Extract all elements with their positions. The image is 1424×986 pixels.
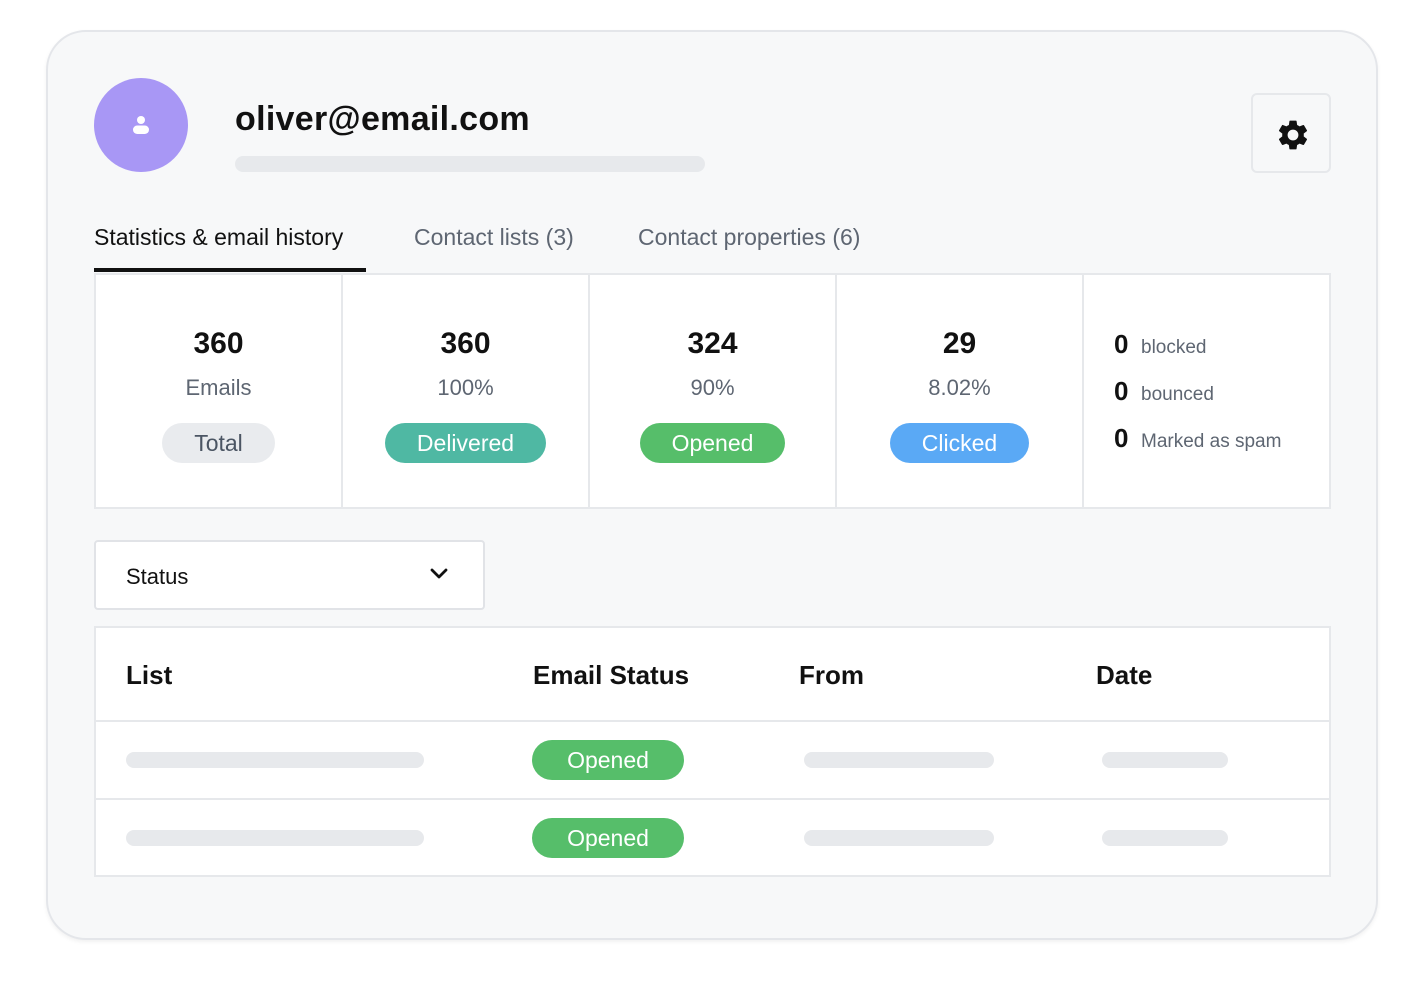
stat-label: 90% xyxy=(690,375,735,400)
row-divider xyxy=(96,798,1329,800)
avatar xyxy=(94,78,188,172)
status-badge: Total xyxy=(162,423,275,463)
count-blocked: 0 blocked xyxy=(1114,329,1281,376)
stat-clicked: 29 8.02% Clicked xyxy=(837,275,1084,507)
count-value: 0 xyxy=(1114,423,1129,453)
from-cell-placeholder xyxy=(804,752,994,768)
list-cell-placeholder xyxy=(126,752,424,768)
stat-value: 360 xyxy=(193,327,244,360)
email-history-table: List Email Status From Date Opened Opene… xyxy=(94,626,1331,877)
status-badge: Clicked xyxy=(889,423,1030,463)
stats-panel: 360 Emails Total 360 100% Delivered 324 … xyxy=(94,273,1331,509)
count-value: 0 xyxy=(1114,329,1129,359)
stat-label: 100% xyxy=(437,375,494,400)
status-badge: Opened xyxy=(639,423,786,463)
column-header-list[interactable]: List xyxy=(126,660,172,691)
settings-button[interactable] xyxy=(1251,93,1331,173)
dropdown-label: Status xyxy=(126,564,189,589)
contact-subtitle-placeholder xyxy=(235,156,705,172)
stat-delivered: 360 100% Delivered xyxy=(343,275,590,507)
active-tab-indicator xyxy=(94,268,366,272)
status-filter-dropdown[interactable]: Status xyxy=(94,540,485,610)
stat-label: Emails xyxy=(185,375,252,400)
email-status-badge: Opened xyxy=(532,818,684,858)
email-status-badge: Opened xyxy=(532,740,684,780)
stat-total: 360 Emails Total xyxy=(96,275,343,507)
gear-icon xyxy=(1278,120,1308,150)
list-cell-placeholder xyxy=(126,830,424,846)
stat-opened: 324 90% Opened xyxy=(590,275,837,507)
column-header-date[interactable]: Date xyxy=(1096,660,1152,691)
stat-label: 8.02% xyxy=(928,375,991,400)
count-value: 0 xyxy=(1114,376,1129,406)
tab-contact-lists[interactable]: Contact lists (3) xyxy=(414,224,574,251)
count-bounced: 0 bounced xyxy=(1114,376,1281,423)
from-cell-placeholder xyxy=(804,830,994,846)
contact-email: oliver@email.com xyxy=(235,100,530,138)
column-header-from[interactable]: From xyxy=(799,660,864,691)
date-cell-placeholder xyxy=(1102,752,1228,768)
chevron-down-icon xyxy=(430,568,448,579)
column-header-email-status[interactable]: Email Status xyxy=(533,660,689,691)
count-spam: 0 Marked as spam xyxy=(1114,423,1281,470)
tab-statistics[interactable]: Statistics & email history xyxy=(94,224,343,251)
status-badge: Delivered xyxy=(384,423,547,463)
count-label: Marked as spam xyxy=(1141,431,1282,452)
count-label: bounced xyxy=(1141,384,1214,405)
row-divider xyxy=(96,720,1329,722)
stat-value: 29 xyxy=(942,327,977,360)
count-label: blocked xyxy=(1141,337,1207,358)
date-cell-placeholder xyxy=(1102,830,1228,846)
tab-contact-properties[interactable]: Contact properties (6) xyxy=(638,224,860,251)
user-icon xyxy=(133,116,149,134)
stat-value: 324 xyxy=(687,327,738,360)
stat-other-counts: 0 blocked 0 bounced 0 Marked as spam xyxy=(1084,275,1329,507)
stat-value: 360 xyxy=(440,327,491,360)
